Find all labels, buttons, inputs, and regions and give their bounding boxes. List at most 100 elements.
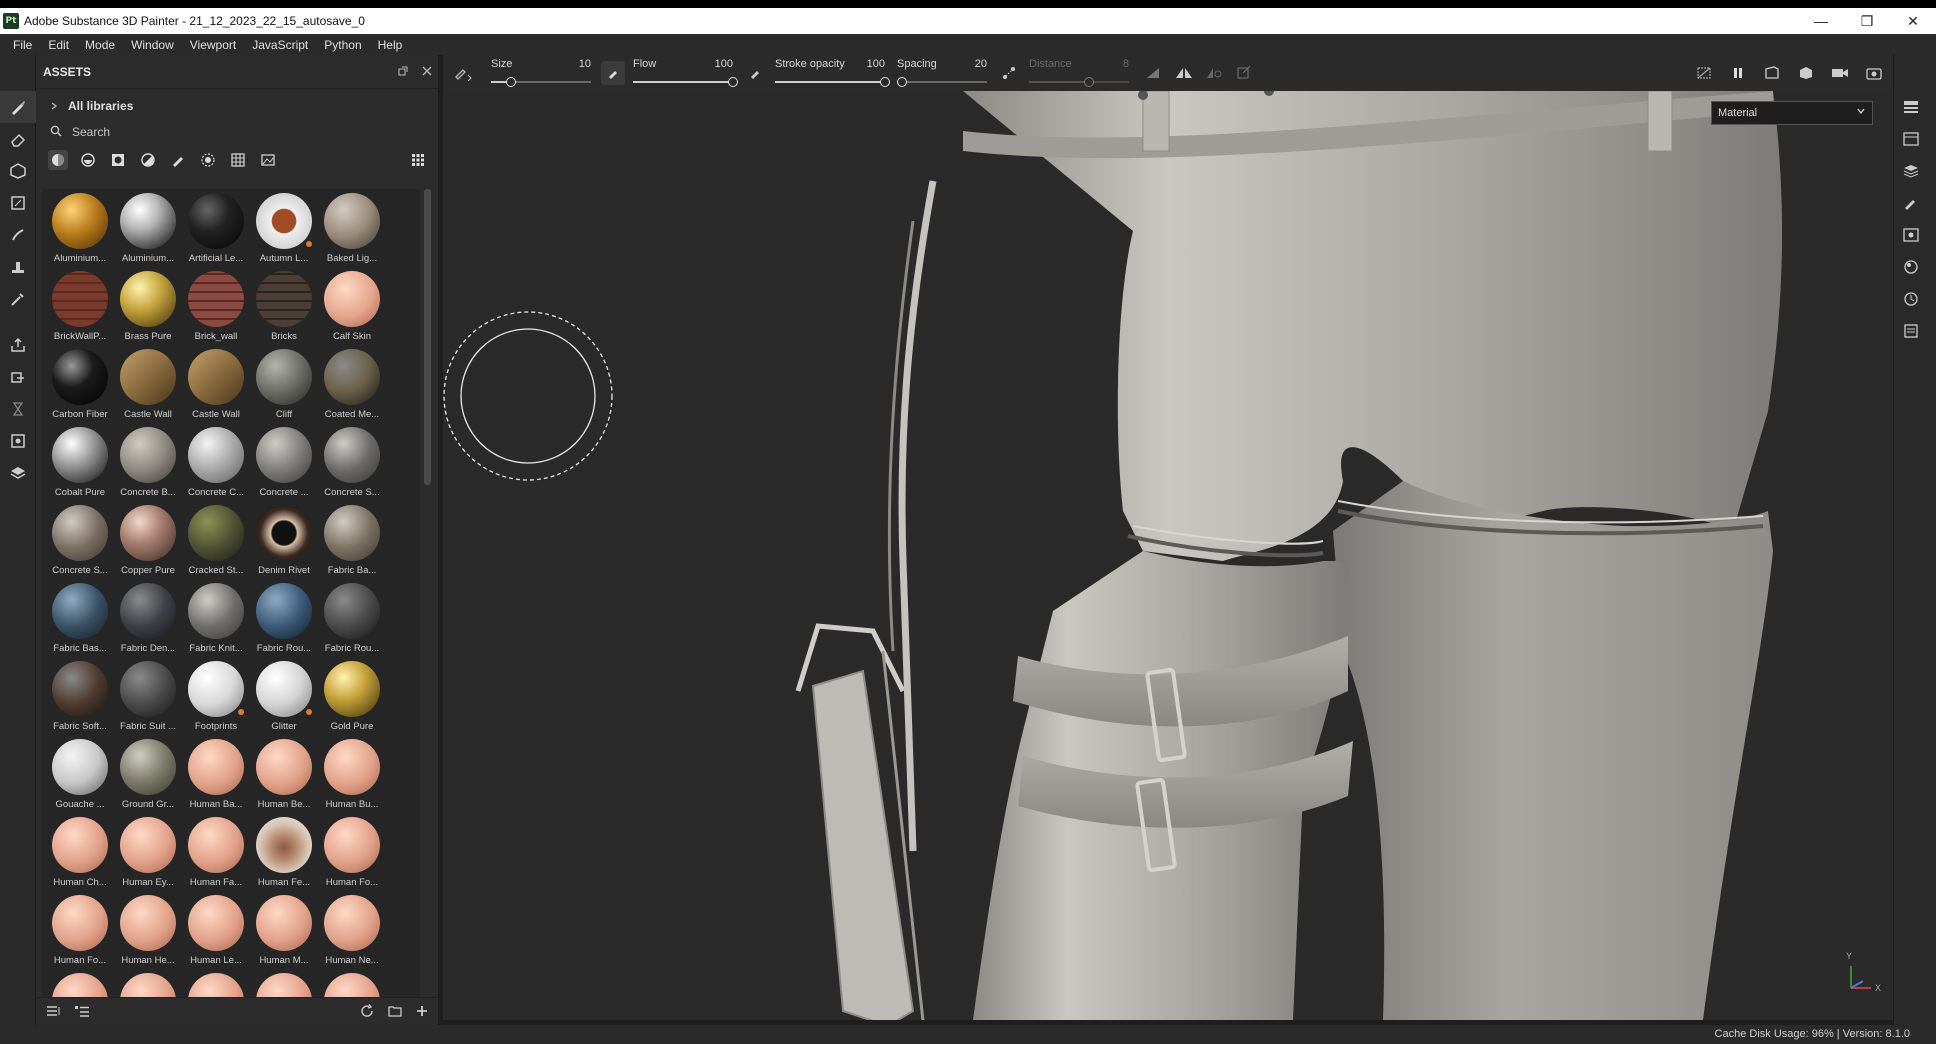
material-tile[interactable]: Gouache ... (46, 739, 114, 817)
close-panel-icon[interactable] (422, 65, 432, 79)
material-tile[interactable]: Human Ch... (46, 817, 114, 895)
filter-alphas-icon[interactable] (198, 150, 218, 170)
size-knob[interactable] (506, 77, 516, 87)
material-tile[interactable]: Denim Rivet (250, 505, 318, 583)
clone-stamp-icon[interactable] (0, 251, 36, 283)
spacing-knob[interactable] (896, 77, 907, 87)
scrollbar-thumb[interactable] (424, 189, 431, 485)
material-tile[interactable]: Artificial Le... (182, 193, 250, 271)
projection-icon[interactable] (0, 155, 36, 187)
material-tile[interactable]: Castle Wall (114, 349, 182, 427)
sort-icon[interactable] (46, 1004, 62, 1023)
size-slider[interactable]: Size 10 (489, 55, 593, 91)
export-icon[interactable] (0, 329, 36, 361)
material-tile[interactable]: Cracked St... (182, 505, 250, 583)
filter-environments-icon[interactable] (258, 150, 278, 170)
material-tile[interactable] (46, 973, 114, 997)
polygon-fill-icon[interactable] (0, 187, 36, 219)
material-tile[interactable]: Footprints (182, 661, 250, 739)
material-tile[interactable]: Brick_wall (182, 271, 250, 349)
transform-icon[interactable] (1229, 58, 1259, 88)
material-tile[interactable]: Castle Wall (182, 349, 250, 427)
material-tile[interactable]: Concrete B... (114, 427, 182, 505)
3d-viewport[interactable]: Y X Material (443, 91, 1893, 1020)
menu-help[interactable]: Help (370, 38, 411, 52)
material-tile[interactable]: Human Le... (182, 895, 250, 973)
material-tile[interactable]: Human He... (114, 895, 182, 973)
search-field[interactable]: Search (36, 119, 438, 145)
material-tile[interactable]: Fabric Ba... (318, 505, 386, 583)
flow-slider[interactable]: Flow 100 (631, 55, 738, 91)
new-folder-icon[interactable] (388, 1004, 402, 1023)
material-tile[interactable]: Fabric Bas... (46, 583, 114, 661)
material-tile[interactable]: Cliff (250, 349, 318, 427)
texture-set-list-icon[interactable] (1894, 91, 1928, 123)
grid-view-icon[interactable] (408, 150, 428, 170)
material-tile[interactable]: Human Fo... (318, 817, 386, 895)
filter-smart-materials-icon[interactable] (78, 150, 98, 170)
texture-set-settings-icon[interactable] (1894, 123, 1928, 155)
assets-scrollbar[interactable] (424, 189, 431, 997)
filter-masks-icon[interactable] (108, 150, 128, 170)
material-tile[interactable]: Cobalt Pure (46, 427, 114, 505)
material-tile[interactable]: Fabric Knit... (182, 583, 250, 661)
material-tile[interactable] (182, 973, 250, 997)
symmetry-icon[interactable] (1169, 58, 1199, 88)
menu-mode[interactable]: Mode (77, 38, 123, 52)
material-tile[interactable]: Concrete ... (250, 427, 318, 505)
menu-file[interactable]: File (5, 38, 40, 52)
material-tile[interactable]: Ground Gr... (114, 739, 182, 817)
texture-set-icon[interactable] (0, 457, 36, 489)
add-icon[interactable] (416, 1004, 428, 1023)
material-tile[interactable]: Human Ey... (114, 817, 182, 895)
material-tile[interactable]: Calf Skin (318, 271, 386, 349)
stroke-opacity-slider[interactable]: Stroke opacity 100 (773, 55, 890, 91)
filter-filters-icon[interactable] (138, 150, 158, 170)
material-tile[interactable]: Fabric Rou... (250, 583, 318, 661)
bake-icon[interactable] (0, 361, 36, 393)
2d-view-icon[interactable] (1757, 58, 1787, 88)
display-settings-panel-icon[interactable] (1894, 219, 1928, 251)
color-picker-icon[interactable] (0, 283, 36, 315)
menu-window[interactable]: Window (123, 38, 182, 52)
paint-brush-icon[interactable] (0, 91, 36, 123)
material-tile[interactable]: Fabric Suit ... (114, 661, 182, 739)
library-selector[interactable]: All libraries (36, 93, 438, 119)
material-tile[interactable]: Human Fa... (182, 817, 250, 895)
filter-brushes-icon[interactable] (168, 150, 188, 170)
material-tile[interactable]: Baked Lig... (318, 193, 386, 271)
material-tile[interactable]: Coated Me... (318, 349, 386, 427)
refresh-icon[interactable] (360, 1004, 374, 1023)
spacing-slider[interactable]: Spacing 20 (895, 55, 989, 91)
restore-icon[interactable]: ❐ (1844, 8, 1890, 34)
hide-overlay-icon[interactable] (1689, 58, 1719, 88)
material-tile[interactable]: BrickWallP... (46, 271, 114, 349)
material-tile[interactable]: Fabric Den... (114, 583, 182, 661)
smudge-icon[interactable] (0, 219, 36, 251)
camera-icon[interactable] (1825, 58, 1855, 88)
line-mode-icon[interactable] (1139, 58, 1169, 88)
lazy-mouse-icon[interactable] (997, 61, 1021, 85)
material-tile[interactable]: Concrete S... (46, 505, 114, 583)
material-tile[interactable] (250, 973, 318, 997)
flow-knob[interactable] (728, 77, 738, 87)
shader-settings-icon[interactable] (1894, 251, 1928, 283)
material-tile[interactable]: Concrete C... (182, 427, 250, 505)
history-icon[interactable] (1894, 283, 1928, 315)
pause-icon[interactable] (1723, 58, 1753, 88)
material-tile[interactable]: Copper Pure (114, 505, 182, 583)
material-tile[interactable]: Concrete S... (318, 427, 386, 505)
stroke-opacity-knob[interactable] (880, 77, 890, 87)
screenshot-icon[interactable] (1859, 58, 1889, 88)
material-tile[interactable]: Human Fe... (250, 817, 318, 895)
symmetry-settings-icon[interactable] (1199, 58, 1229, 88)
material-tile[interactable]: Human Ba... (182, 739, 250, 817)
material-tile[interactable]: Aluminium... (46, 193, 114, 271)
display-settings-icon[interactable] (0, 425, 36, 457)
material-tile[interactable]: Aluminium... (114, 193, 182, 271)
menu-viewport[interactable]: Viewport (182, 38, 244, 52)
material-tile[interactable]: Brass Pure (114, 271, 182, 349)
filter-textures-icon[interactable] (228, 150, 248, 170)
search-input[interactable]: Search (72, 125, 110, 139)
eraser-icon[interactable] (0, 123, 36, 155)
